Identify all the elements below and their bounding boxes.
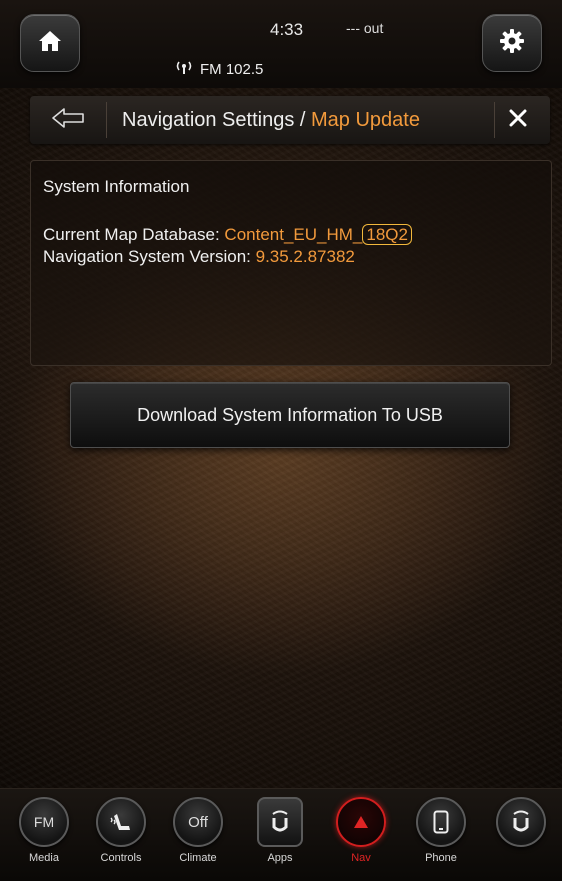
fm-icon: FM (19, 797, 69, 847)
nav-label: Media (29, 852, 59, 864)
settings-button[interactable] (482, 14, 542, 72)
home-button[interactable] (20, 14, 80, 72)
nav-arrow-icon (336, 797, 386, 847)
nav-nav[interactable]: Nav (331, 797, 391, 877)
uconnect-icon (257, 797, 303, 847)
uconnect-icon (496, 797, 546, 847)
nav-label: Phone (425, 852, 457, 864)
nav-version-row: Navigation System Version: 9.35.2.87382 (43, 247, 355, 267)
nav-media[interactable]: FM Media (14, 797, 74, 877)
nav-climate[interactable]: Off Climate (168, 797, 228, 877)
panel-heading: System Information (43, 177, 190, 196)
map-database-version: 18Q2 (362, 224, 412, 245)
system-information-panel: System Information Current Map Database:… (30, 160, 552, 366)
bottom-nav: FM Media Controls Off Climate Apps Nav P… (0, 788, 562, 881)
nav-label: Nav (351, 852, 371, 864)
nav-uconnect[interactable] (491, 797, 551, 877)
climate-icon: Off (173, 797, 223, 847)
map-database-value: Content_EU_HM_ (224, 225, 363, 244)
seat-icon (96, 797, 146, 847)
close-icon (509, 109, 527, 132)
page-title-main: Navigation Settings / (122, 109, 311, 131)
nav-controls[interactable]: Controls (91, 797, 151, 877)
back-button[interactable] (48, 104, 88, 136)
divider (494, 102, 495, 138)
antenna-icon (174, 60, 194, 78)
radio-station-label: FM 102.5 (200, 60, 264, 78)
title-bar: Navigation Settings / Map Update (30, 96, 550, 144)
map-database-label: Current Map Database: (43, 225, 225, 244)
divider (106, 102, 107, 138)
download-to-usb-button[interactable]: Download System Information To USB (70, 382, 510, 448)
page-title-accent: Map Update (311, 109, 420, 131)
back-arrow-icon (51, 107, 85, 134)
clock: 4:33 (270, 20, 304, 39)
radio-station[interactable]: FM 102.5 (174, 60, 263, 78)
nav-label: Climate (179, 852, 217, 864)
map-database-row: Current Map Database: Content_EU_HM_ 18Q2 (43, 224, 412, 245)
phone-icon (416, 797, 466, 847)
nav-apps[interactable]: Apps (250, 797, 310, 877)
close-button[interactable] (502, 104, 534, 136)
outside-temperature: --- out (346, 20, 384, 36)
home-icon (38, 30, 62, 57)
status-bar: 4:33 --- out FM 102.5 (0, 0, 562, 88)
nav-version-value: 9.35.2.87382 (255, 247, 355, 266)
nav-version-label: Navigation System Version: (43, 247, 256, 266)
nav-label: Apps (267, 852, 293, 864)
gear-icon (499, 28, 525, 59)
nav-label: Controls (100, 852, 142, 864)
page-title: Navigation Settings / Map Update (122, 109, 420, 132)
nav-phone[interactable]: Phone (411, 797, 471, 877)
